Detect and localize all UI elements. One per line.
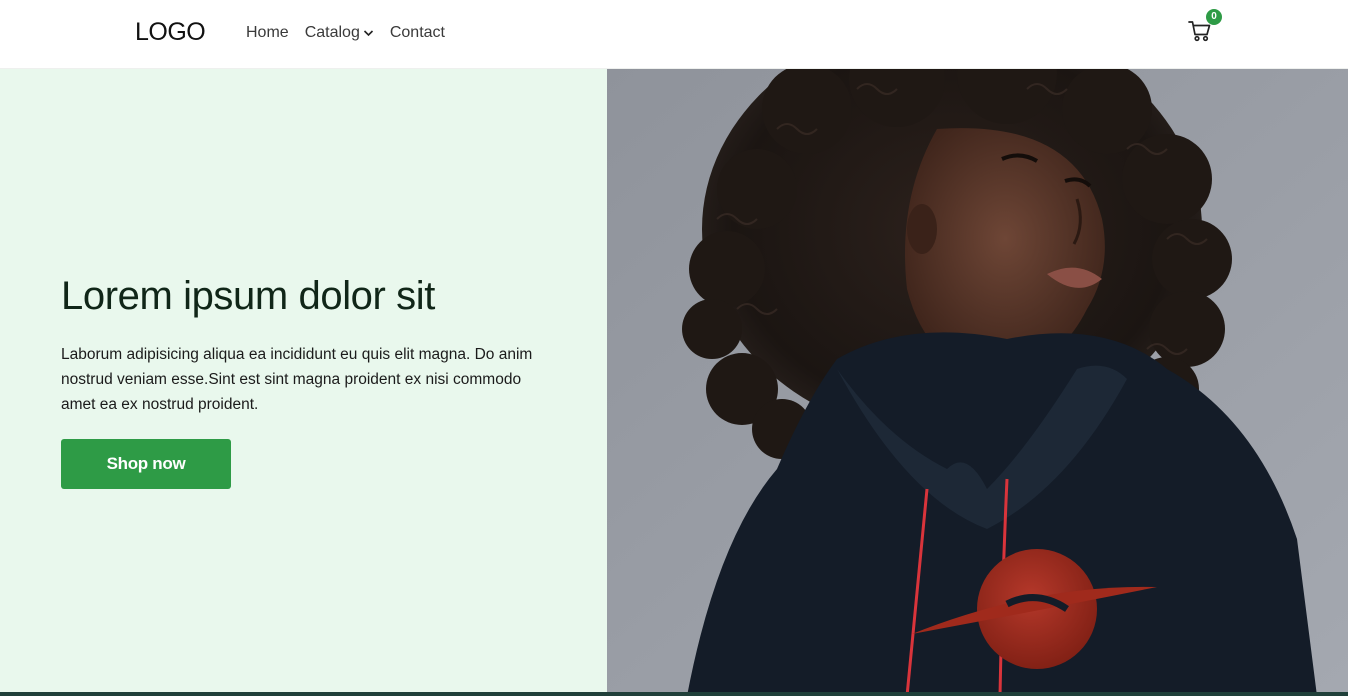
hero-image	[607, 69, 1348, 696]
shop-now-button[interactable]: Shop now	[61, 439, 231, 489]
cart-count-badge: 0	[1206, 9, 1222, 25]
site-header: LOGO Home Catalog Contact 0	[0, 0, 1348, 69]
bottom-strip	[0, 692, 1348, 696]
nav-home[interactable]: Home	[246, 24, 289, 42]
chevron-down-icon	[363, 29, 374, 37]
hero-title: Lorem ipsum dolor sit	[61, 274, 435, 318]
nav-catalog-label: Catalog	[304, 24, 360, 41]
logo[interactable]: LOGO	[135, 18, 206, 47]
nav-contact[interactable]: Contact	[390, 24, 445, 42]
hero-description: Laborum adipisicing aliqua ea incididunt…	[61, 346, 533, 413]
hero-section: Lorem ipsum dolor sit Laborum adipisicin…	[0, 69, 607, 696]
main-nav: Home Catalog Contact	[246, 24, 461, 42]
nav-catalog[interactable]: Catalog	[305, 24, 374, 42]
